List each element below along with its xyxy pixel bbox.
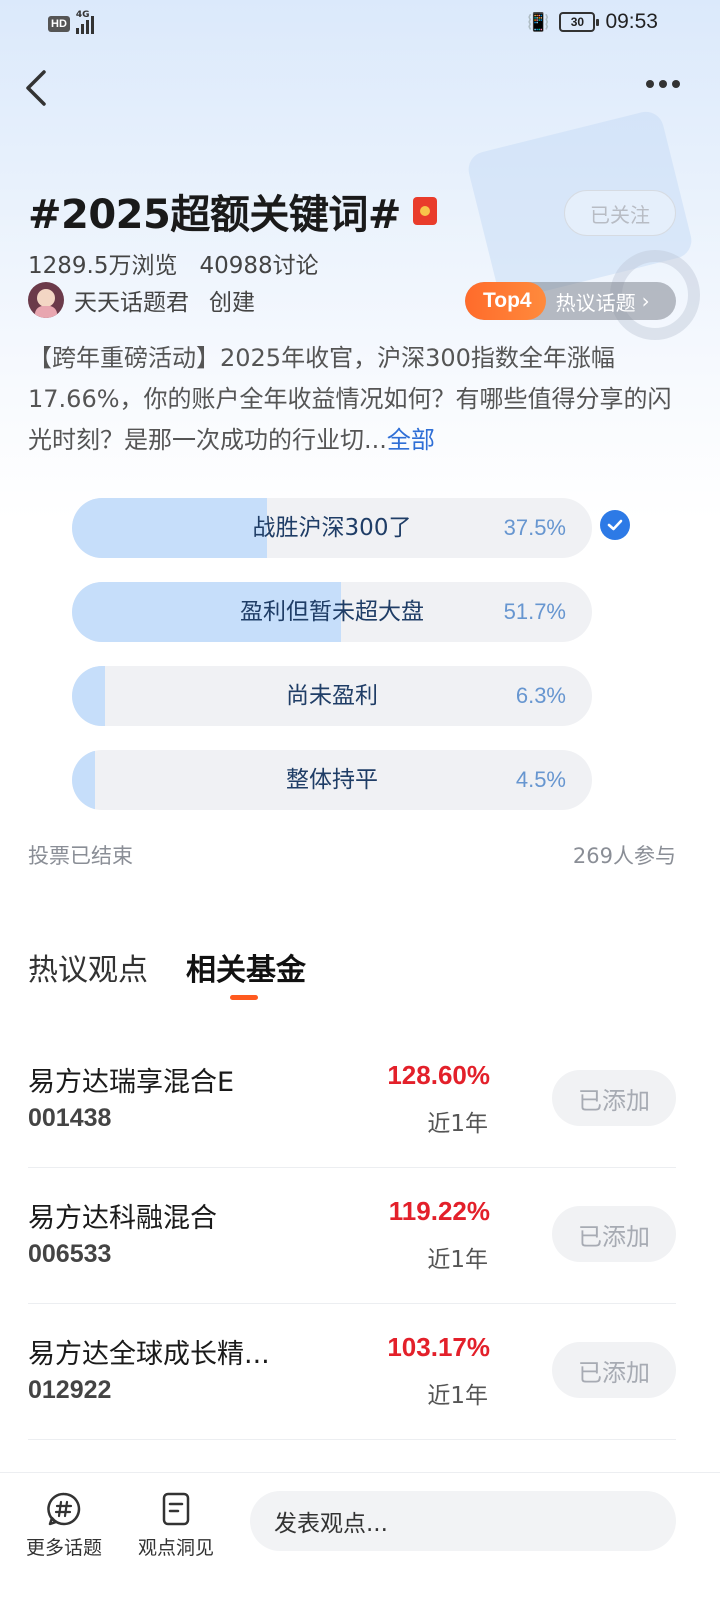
view-count: 1289.5万浏览 [28, 253, 178, 279]
clock: 09:53 [605, 10, 658, 33]
avatar[interactable] [28, 282, 64, 318]
expand-link[interactable]: 全部 [387, 426, 435, 454]
poll-option-percent: 51.7% [503, 599, 566, 624]
document-icon [162, 1492, 190, 1526]
active-tab-indicator [230, 995, 258, 1000]
more-dots-icon[interactable] [646, 80, 680, 88]
creator-action: 创建 [209, 290, 255, 316]
hot-topic-rank[interactable]: Top4 热议话题 › [465, 282, 676, 320]
insights-button[interactable]: 观点洞见 [138, 1491, 214, 1560]
poll-option[interactable]: 整体持平 4.5% [72, 750, 592, 810]
fund-return: 103.17% [387, 1332, 490, 1362]
rank-label: 热议话题 › [555, 289, 650, 315]
battery-icon: 30 [559, 12, 600, 32]
poll-option[interactable]: 战胜沪深300了 37.5% [72, 498, 592, 558]
added-button[interactable]: 已添加 [552, 1206, 676, 1262]
poll-option-label: 尚未盈利 [286, 683, 378, 709]
check-icon [600, 510, 630, 540]
poll: 战胜沪深300了 37.5% 盈利但暂未超大盘 51.7% 尚未盈利 6.3% 整体持平 4.… [72, 498, 632, 834]
bottom-bar: 更多话题 观点洞见 发表观点... [0, 1472, 720, 1600]
poll-option[interactable]: 尚未盈利 6.3% [72, 666, 592, 726]
description-text: 【跨年重磅活动】2025年收官，沪深300指数全年涨幅17.66%，你的账户全年… [28, 344, 672, 454]
fund-name[interactable]: 易方达全球成长精... [28, 1332, 270, 1371]
topic-title: #2025超额关键词# [28, 182, 437, 240]
status-bar: HD 4G 📳 30 09:53 [0, 0, 720, 52]
topic-title-text: #2025超额关键词# [28, 192, 401, 238]
list-item[interactable]: 易方达科融混合 006533 119.22% 近1年 已添加 [28, 1168, 676, 1304]
rank-tag: Top4 [465, 282, 546, 320]
poll-option-percent: 4.5% [515, 767, 566, 792]
hd-badge: HD [48, 16, 70, 32]
added-button[interactable]: 已添加 [552, 1342, 676, 1398]
discussion-count: 40988讨论 [199, 253, 319, 279]
chevron-right-icon: › [641, 289, 650, 313]
poll-option-label: 整体持平 [286, 767, 378, 793]
back-arrow-icon[interactable] [22, 68, 62, 112]
fund-return: 128.60% [387, 1060, 490, 1090]
fund-name[interactable]: 易方达瑞享混合E [28, 1060, 234, 1099]
fund-name[interactable]: 易方达科融混合 [28, 1196, 217, 1235]
more-topics-button[interactable]: 更多话题 [26, 1491, 102, 1560]
fund-code: 006533 [28, 1240, 112, 1268]
poll-status: 投票已结束 [28, 844, 133, 868]
list-item[interactable]: 易方达瑞享混合E 001438 128.60% 近1年 已添加 [28, 1032, 676, 1168]
poll-footer: 投票已结束 269人参与 [28, 840, 676, 870]
tab-related-funds[interactable]: 相关基金 [186, 945, 306, 1000]
tab-hot-views[interactable]: 热议观点 [28, 945, 148, 989]
fund-period: 近1年 [427, 1247, 488, 1273]
hashtag-icon [47, 1492, 81, 1526]
signal-group: HD 4G [48, 10, 94, 34]
fund-return: 119.22% [388, 1196, 490, 1226]
creator-info[interactable]: 天天话题君 创建 [28, 282, 255, 318]
poll-option-percent: 37.5% [503, 515, 566, 540]
comment-input[interactable]: 发表观点... [250, 1491, 676, 1551]
fund-period: 近1年 [427, 1383, 488, 1409]
vibrate-icon: 📳 [527, 11, 550, 33]
topic-description: 【跨年重磅活动】2025年收官，沪深300指数全年涨幅17.66%，你的账户全年… [28, 338, 678, 461]
content-tabs: 热议观点 相关基金 [28, 945, 306, 1000]
topic-stats: 1289.5万浏览 40988讨论 [28, 246, 319, 280]
poll-option[interactable]: 盈利但暂未超大盘 51.7% [72, 582, 592, 642]
status-right: 📳 30 09:53 [527, 10, 658, 34]
fund-code: 001438 [28, 1104, 112, 1132]
follow-button[interactable]: 已关注 [564, 190, 676, 236]
signal-icon: 4G [75, 10, 94, 34]
list-item[interactable]: 易方达全球成长精... 012922 103.17% 近1年 已添加 [28, 1304, 676, 1440]
added-button[interactable]: 已添加 [552, 1070, 676, 1126]
fund-code: 012922 [28, 1376, 112, 1404]
fund-period: 近1年 [427, 1111, 488, 1137]
creator-name[interactable]: 天天话题君 [74, 283, 189, 317]
poll-option-percent: 6.3% [515, 683, 566, 708]
poll-participants: 269人参与 [572, 844, 676, 868]
red-packet-icon[interactable] [412, 197, 437, 225]
fund-list: 易方达瑞享混合E 001438 128.60% 近1年 已添加 易方达科融混合 … [28, 1032, 676, 1440]
